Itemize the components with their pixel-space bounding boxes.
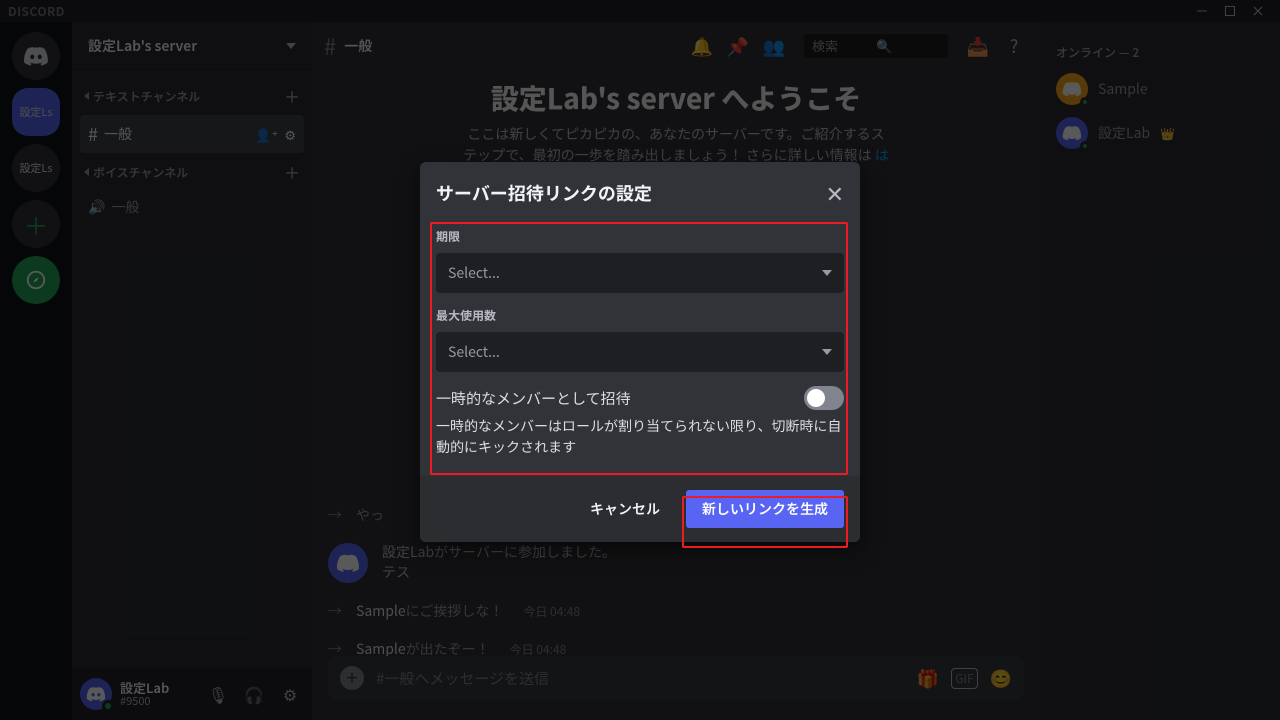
app-window: DISCORD 設定Ls 設定Ls ＋ 設定Lab's server xyxy=(0,0,1280,720)
expire-select[interactable]: Select... xyxy=(436,253,844,293)
max-uses-label: 最大使用数 xyxy=(436,307,844,324)
temp-member-toggle[interactable] xyxy=(804,386,844,410)
close-icon[interactable]: ✕ xyxy=(826,182,844,204)
generate-link-button[interactable]: 新しいリンクを生成 xyxy=(686,490,844,528)
max-uses-select[interactable]: Select... xyxy=(436,332,844,372)
chevron-down-icon xyxy=(822,270,832,276)
expire-value: Select... xyxy=(448,263,500,283)
expire-label: 期限 xyxy=(436,228,844,245)
temp-member-description: 一時的なメンバーはロールが割り当てられない限り、切断時に自動的にキックされます xyxy=(436,416,844,458)
modal-title: サーバー招待リンクの設定 xyxy=(436,180,652,206)
temp-member-label: 一時的なメンバーとして招待 xyxy=(436,388,631,409)
max-uses-value: Select... xyxy=(448,342,500,362)
cancel-button[interactable]: キャンセル xyxy=(574,490,676,528)
invite-settings-modal: サーバー招待リンクの設定 ✕ 期限 Select... 最大使用数 Select… xyxy=(420,162,860,542)
chevron-down-icon xyxy=(822,349,832,355)
